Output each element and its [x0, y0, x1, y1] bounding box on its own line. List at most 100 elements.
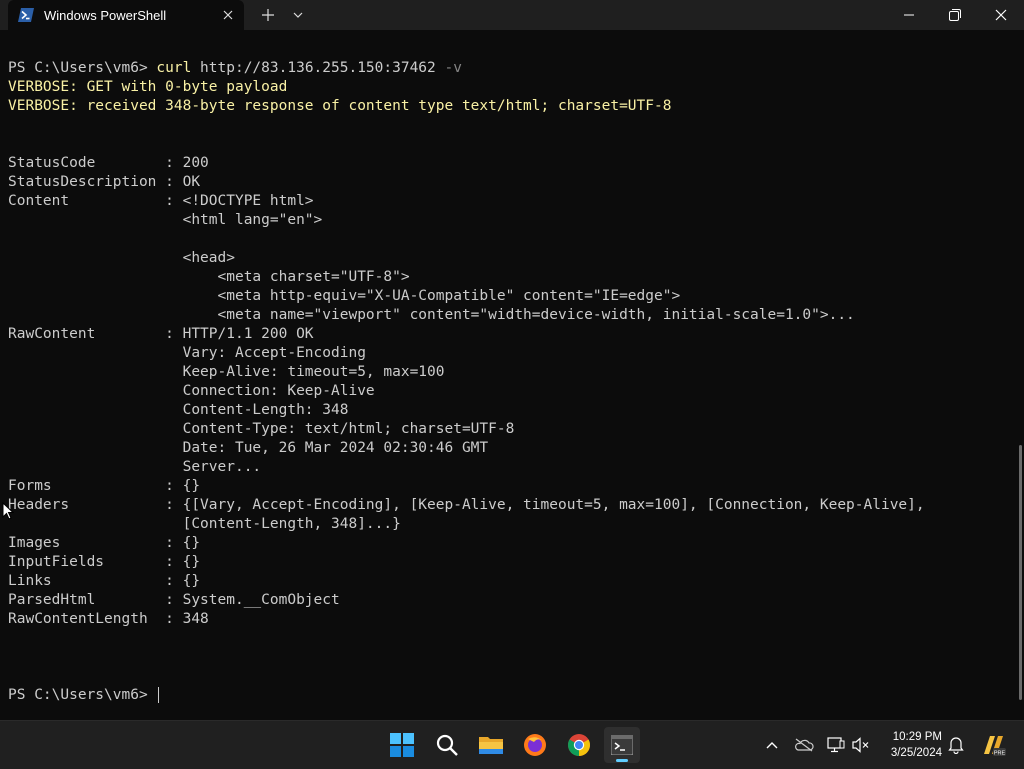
terminal-line: StatusDescription : OK [8, 173, 1014, 192]
terminal-text: Content-Length: 348 [8, 402, 349, 418]
terminal-text: Forms : {} [8, 478, 201, 494]
terminal-line: Content-Length: 348 [8, 401, 1014, 420]
terminal-text: Headers : {[Vary, Accept-Encoding], [Kee… [8, 497, 925, 513]
terminal-text: curl [156, 60, 192, 76]
clock-time: 10:29 PM [892, 731, 942, 743]
terminal-lines: PS C:\Users\vm6> curl http://83.136.255.… [8, 59, 1014, 705]
terminal-line: Forms : {} [8, 477, 1014, 496]
firefox-icon [524, 734, 546, 756]
terminal-line: VERBOSE: GET with 0-byte payload [8, 78, 1014, 97]
tab-windows-powershell[interactable]: Windows PowerShell [8, 0, 244, 30]
terminal-text: Connection: Keep-Alive [8, 383, 375, 399]
terminal-icon [611, 735, 633, 755]
text-cursor [158, 687, 160, 703]
copilot-pre-icon[interactable]: PRE [980, 732, 1006, 758]
terminal-line: PS C:\Users\vm6> curl http://83.136.255.… [8, 59, 1014, 78]
search-button[interactable] [429, 727, 465, 763]
terminal-line: <meta name="viewport" content="width=dev… [8, 306, 1014, 325]
terminal-text: StatusCode : 200 [8, 155, 209, 171]
file-explorer-button[interactable] [473, 727, 509, 763]
terminal-text: <meta charset="UTF-8"> [8, 269, 410, 285]
terminal-text: Content-Type: text/html; charset=UTF-8 [8, 421, 515, 437]
scrollbar-thumb[interactable] [1019, 445, 1022, 700]
terminal-text: -v [444, 60, 462, 76]
terminal-text: PS C:\Users\vm6> [8, 60, 157, 76]
powershell-icon [18, 8, 34, 22]
terminal-text: InputFields : {} [8, 554, 201, 570]
file-explorer-icon [479, 737, 503, 754]
minimize-button[interactable] [886, 0, 932, 30]
close-window-button[interactable] [978, 0, 1024, 30]
taskbar: 10:29 PM 3/25/2024 PRE [0, 720, 1024, 769]
terminal-line: Images : {} [8, 534, 1014, 553]
terminal-output[interactable]: PS C:\Users\vm6> curl http://83.136.255.… [0, 30, 1024, 720]
notification-bell-icon[interactable] [946, 735, 966, 755]
terminal-line: Server... [8, 458, 1014, 477]
terminal-line: RawContent : HTTP/1.1 200 OK [8, 325, 1014, 344]
clock[interactable]: 10:29 PM 3/25/2024 [872, 729, 942, 761]
terminal-line: RawContentLength : 348 [8, 610, 1014, 629]
terminal-line: Keep-Alive: timeout=5, max=100 [8, 363, 1014, 382]
active-app-indicator [616, 759, 628, 762]
terminal-text: Vary: Accept-Encoding [8, 345, 366, 361]
terminal-text: Date: Tue, 26 Mar 2024 02:30:46 GMT [8, 440, 489, 456]
network-icon[interactable] [826, 735, 846, 755]
title-bar: Windows PowerShell [0, 0, 1024, 30]
terminal-button[interactable] [604, 727, 640, 763]
terminal-line: <meta http-equiv="X-UA-Compatible" conte… [8, 287, 1014, 306]
terminal-line: Connection: Keep-Alive [8, 382, 1014, 401]
terminal-text: <meta name="viewport" content="width=dev… [8, 307, 855, 323]
chrome-icon [568, 734, 590, 756]
prompt-line[interactable]: PS C:\Users\vm6> [8, 686, 1014, 705]
terminal-line: <head> [8, 249, 1014, 268]
terminal-line: VERBOSE: received 348-byte response of c… [8, 97, 1014, 116]
restore-button[interactable] [932, 0, 978, 30]
terminal-text: Keep-Alive: timeout=5, max=100 [8, 364, 445, 380]
terminal-text: <html lang="en"> [8, 212, 323, 228]
terminal-text: <meta http-equiv="X-UA-Compatible" conte… [8, 288, 681, 304]
terminal-line: Content-Type: text/html; charset=UTF-8 [8, 420, 1014, 439]
terminal-text: StatusDescription : OK [8, 174, 201, 190]
close-tab-icon[interactable] [218, 5, 238, 25]
chevron-down-icon[interactable] [288, 5, 308, 25]
terminal-text: Server... [8, 459, 262, 475]
terminal-line: [Content-Length, 348]...} [8, 515, 1014, 534]
terminal-text: VERBOSE: received 348-byte response of c… [8, 98, 672, 114]
chrome-button[interactable] [561, 727, 597, 763]
onedrive-icon[interactable] [794, 735, 814, 755]
firefox-button[interactable] [517, 727, 553, 763]
terminal-text: RawContent : HTTP/1.1 200 OK [8, 326, 314, 342]
terminal-text: [Content-Length, 348]...} [8, 516, 401, 532]
terminal-text: <head> [8, 250, 235, 266]
terminal-line: ParsedHtml : System.__ComObject [8, 591, 1014, 610]
start-button[interactable] [384, 727, 420, 763]
search-icon [436, 734, 458, 756]
terminal-text: Content : <!DOCTYPE html> [8, 193, 314, 209]
start-icon [390, 733, 414, 757]
terminal-text: Links : {} [8, 573, 201, 589]
terminal-line: <html lang="en"> [8, 211, 1014, 230]
terminal-line: <meta charset="UTF-8"> [8, 268, 1014, 287]
terminal-line: InputFields : {} [8, 553, 1014, 572]
terminal-line: Content : <!DOCTYPE html> [8, 192, 1014, 211]
terminal-text: RawContentLength : 348 [8, 611, 209, 627]
chevron-up-icon[interactable] [762, 735, 782, 755]
clock-date: 3/25/2024 [890, 747, 942, 759]
terminal-line: Headers : {[Vary, Accept-Encoding], [Kee… [8, 496, 1014, 515]
tab-title: Windows PowerShell [44, 8, 167, 23]
terminal-text: http://83.136.255.150:37462 [191, 60, 445, 76]
terminal-line: Date: Tue, 26 Mar 2024 02:30:46 GMT [8, 439, 1014, 458]
terminal-line: Vary: Accept-Encoding [8, 344, 1014, 363]
terminal-line: StatusCode : 200 [8, 154, 1014, 173]
new-tab-button[interactable] [258, 5, 278, 25]
terminal-text: ParsedHtml : System.__ComObject [8, 592, 340, 608]
svg-text:PRE: PRE [994, 751, 1006, 757]
terminal-text: VERBOSE: GET with 0-byte payload [8, 79, 288, 95]
volume-muted-icon[interactable] [851, 735, 871, 755]
